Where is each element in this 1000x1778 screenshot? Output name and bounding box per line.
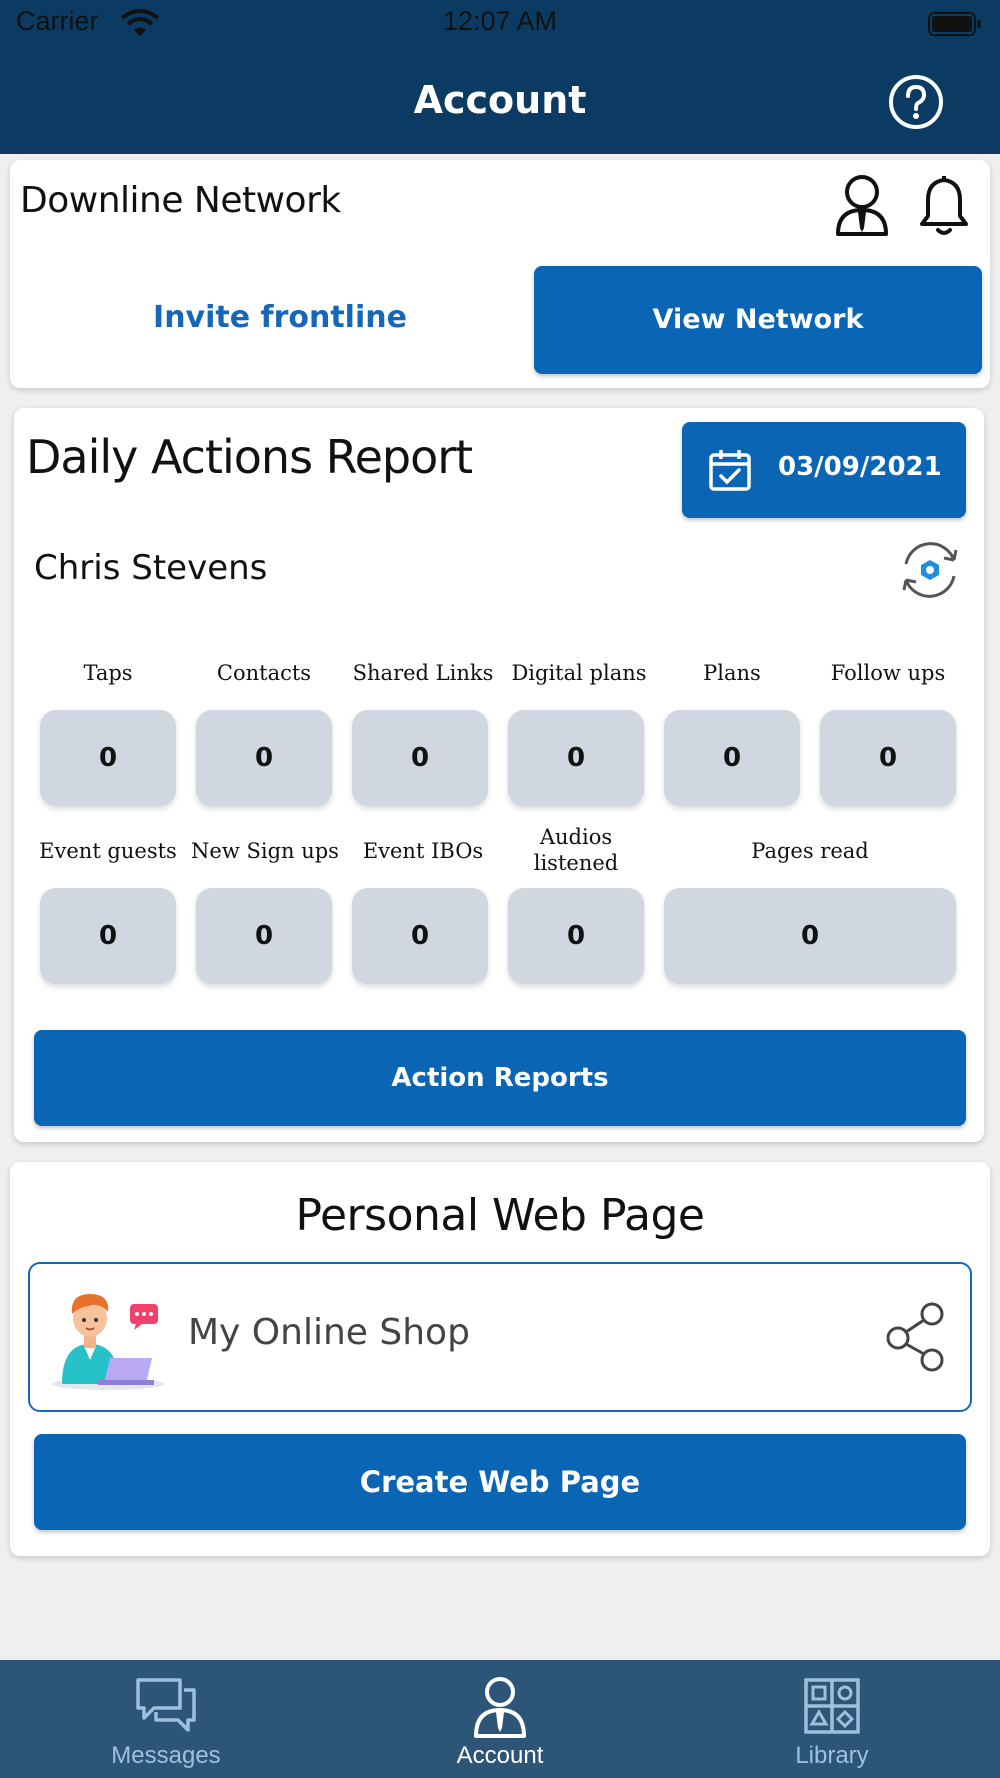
- question-circle-icon[interactable]: [888, 74, 944, 130]
- share-icon[interactable]: [886, 1302, 948, 1372]
- stat-label-contacts: Contacts: [216, 661, 312, 685]
- stat-value-follow-ups: 0: [820, 710, 956, 806]
- bell-icon[interactable]: [918, 174, 970, 238]
- daily-actions-report-card: Daily Actions Report 03/09/2021 Chris St…: [14, 408, 984, 1142]
- tab-bar: Messages Account Library: [0, 1660, 1000, 1778]
- personal-web-page-card: Personal Web Page My Online Shop Create …: [10, 1162, 990, 1556]
- selected-date: 03/09/2021: [778, 452, 942, 482]
- grid-icon: [804, 1678, 860, 1734]
- stat-label-event-ibos: Event IBOs: [362, 839, 484, 863]
- clock: 12:07 AM: [442, 6, 558, 36]
- stat-label-taps: Taps: [83, 661, 133, 685]
- stat-value-plans: 0: [664, 710, 800, 806]
- stat-label-shared-links: Shared Links: [352, 661, 494, 685]
- downline-network-title: Downline Network: [20, 180, 341, 221]
- stat-value-audios-listened: 0: [508, 888, 644, 984]
- tab-library[interactable]: Library: [722, 1660, 942, 1778]
- person-name: Chris Stevens: [34, 548, 268, 588]
- stat-label-audios-listened: Audios listened: [533, 825, 619, 875]
- daily-actions-report-title: Daily Actions Report: [26, 430, 473, 484]
- stat-value-shared-links: 0: [352, 710, 488, 806]
- sync-icon[interactable]: [894, 534, 966, 606]
- stat-value-contacts: 0: [196, 710, 332, 806]
- user-icon: [474, 1677, 526, 1738]
- tab-messages-label: Messages: [111, 1742, 221, 1769]
- date-picker-button[interactable]: 03/09/2021: [682, 422, 966, 518]
- stat-label-follow-ups: Follow ups: [830, 661, 946, 685]
- stat-label-digital-plans: Digital plans: [511, 661, 647, 685]
- stat-value-digital-plans: 0: [508, 710, 644, 806]
- stat-label-event-guests: Event guests: [39, 839, 177, 863]
- profile-icon[interactable]: [834, 172, 890, 238]
- status-bar: Carrier 12:07 AM: [0, 0, 1000, 48]
- page-title: Account: [413, 78, 587, 122]
- stat-label-plans: Plans: [703, 661, 761, 685]
- tab-account[interactable]: Account: [390, 1660, 610, 1778]
- tab-library-label: Library: [795, 1742, 869, 1769]
- shop-person-illustration: [52, 1294, 164, 1390]
- shop-name: My Online Shop: [188, 1312, 470, 1353]
- invite-frontline-link[interactable]: Invite frontline: [120, 300, 440, 335]
- stat-label-new-sign-ups: New Sign ups: [191, 839, 339, 863]
- stat-label-pages-read: Pages read: [751, 839, 869, 863]
- stat-value-event-ibos: 0: [352, 888, 488, 984]
- chat-bubbles-icon: [136, 1678, 196, 1732]
- battery-icon: [928, 12, 981, 36]
- stat-value-new-sign-ups: 0: [196, 888, 332, 984]
- tab-messages[interactable]: Messages: [56, 1660, 276, 1778]
- action-reports-button[interactable]: Action Reports: [34, 1030, 966, 1126]
- create-web-page-button[interactable]: Create Web Page: [34, 1434, 966, 1530]
- stat-value-pages-read: 0: [664, 888, 956, 984]
- personal-web-page-title: Personal Web Page: [295, 1190, 705, 1241]
- calendar-icon: [709, 450, 751, 491]
- nav-bar: Account: [0, 48, 1000, 154]
- online-shop-row[interactable]: My Online Shop: [28, 1262, 972, 1412]
- stat-value-taps: 0: [40, 710, 176, 806]
- tab-account-label: Account: [456, 1742, 544, 1769]
- downline-network-card: Downline Network Invite frontline View N…: [10, 160, 990, 388]
- stat-value-event-guests: 0: [40, 888, 176, 984]
- view-network-button[interactable]: View Network: [534, 266, 982, 374]
